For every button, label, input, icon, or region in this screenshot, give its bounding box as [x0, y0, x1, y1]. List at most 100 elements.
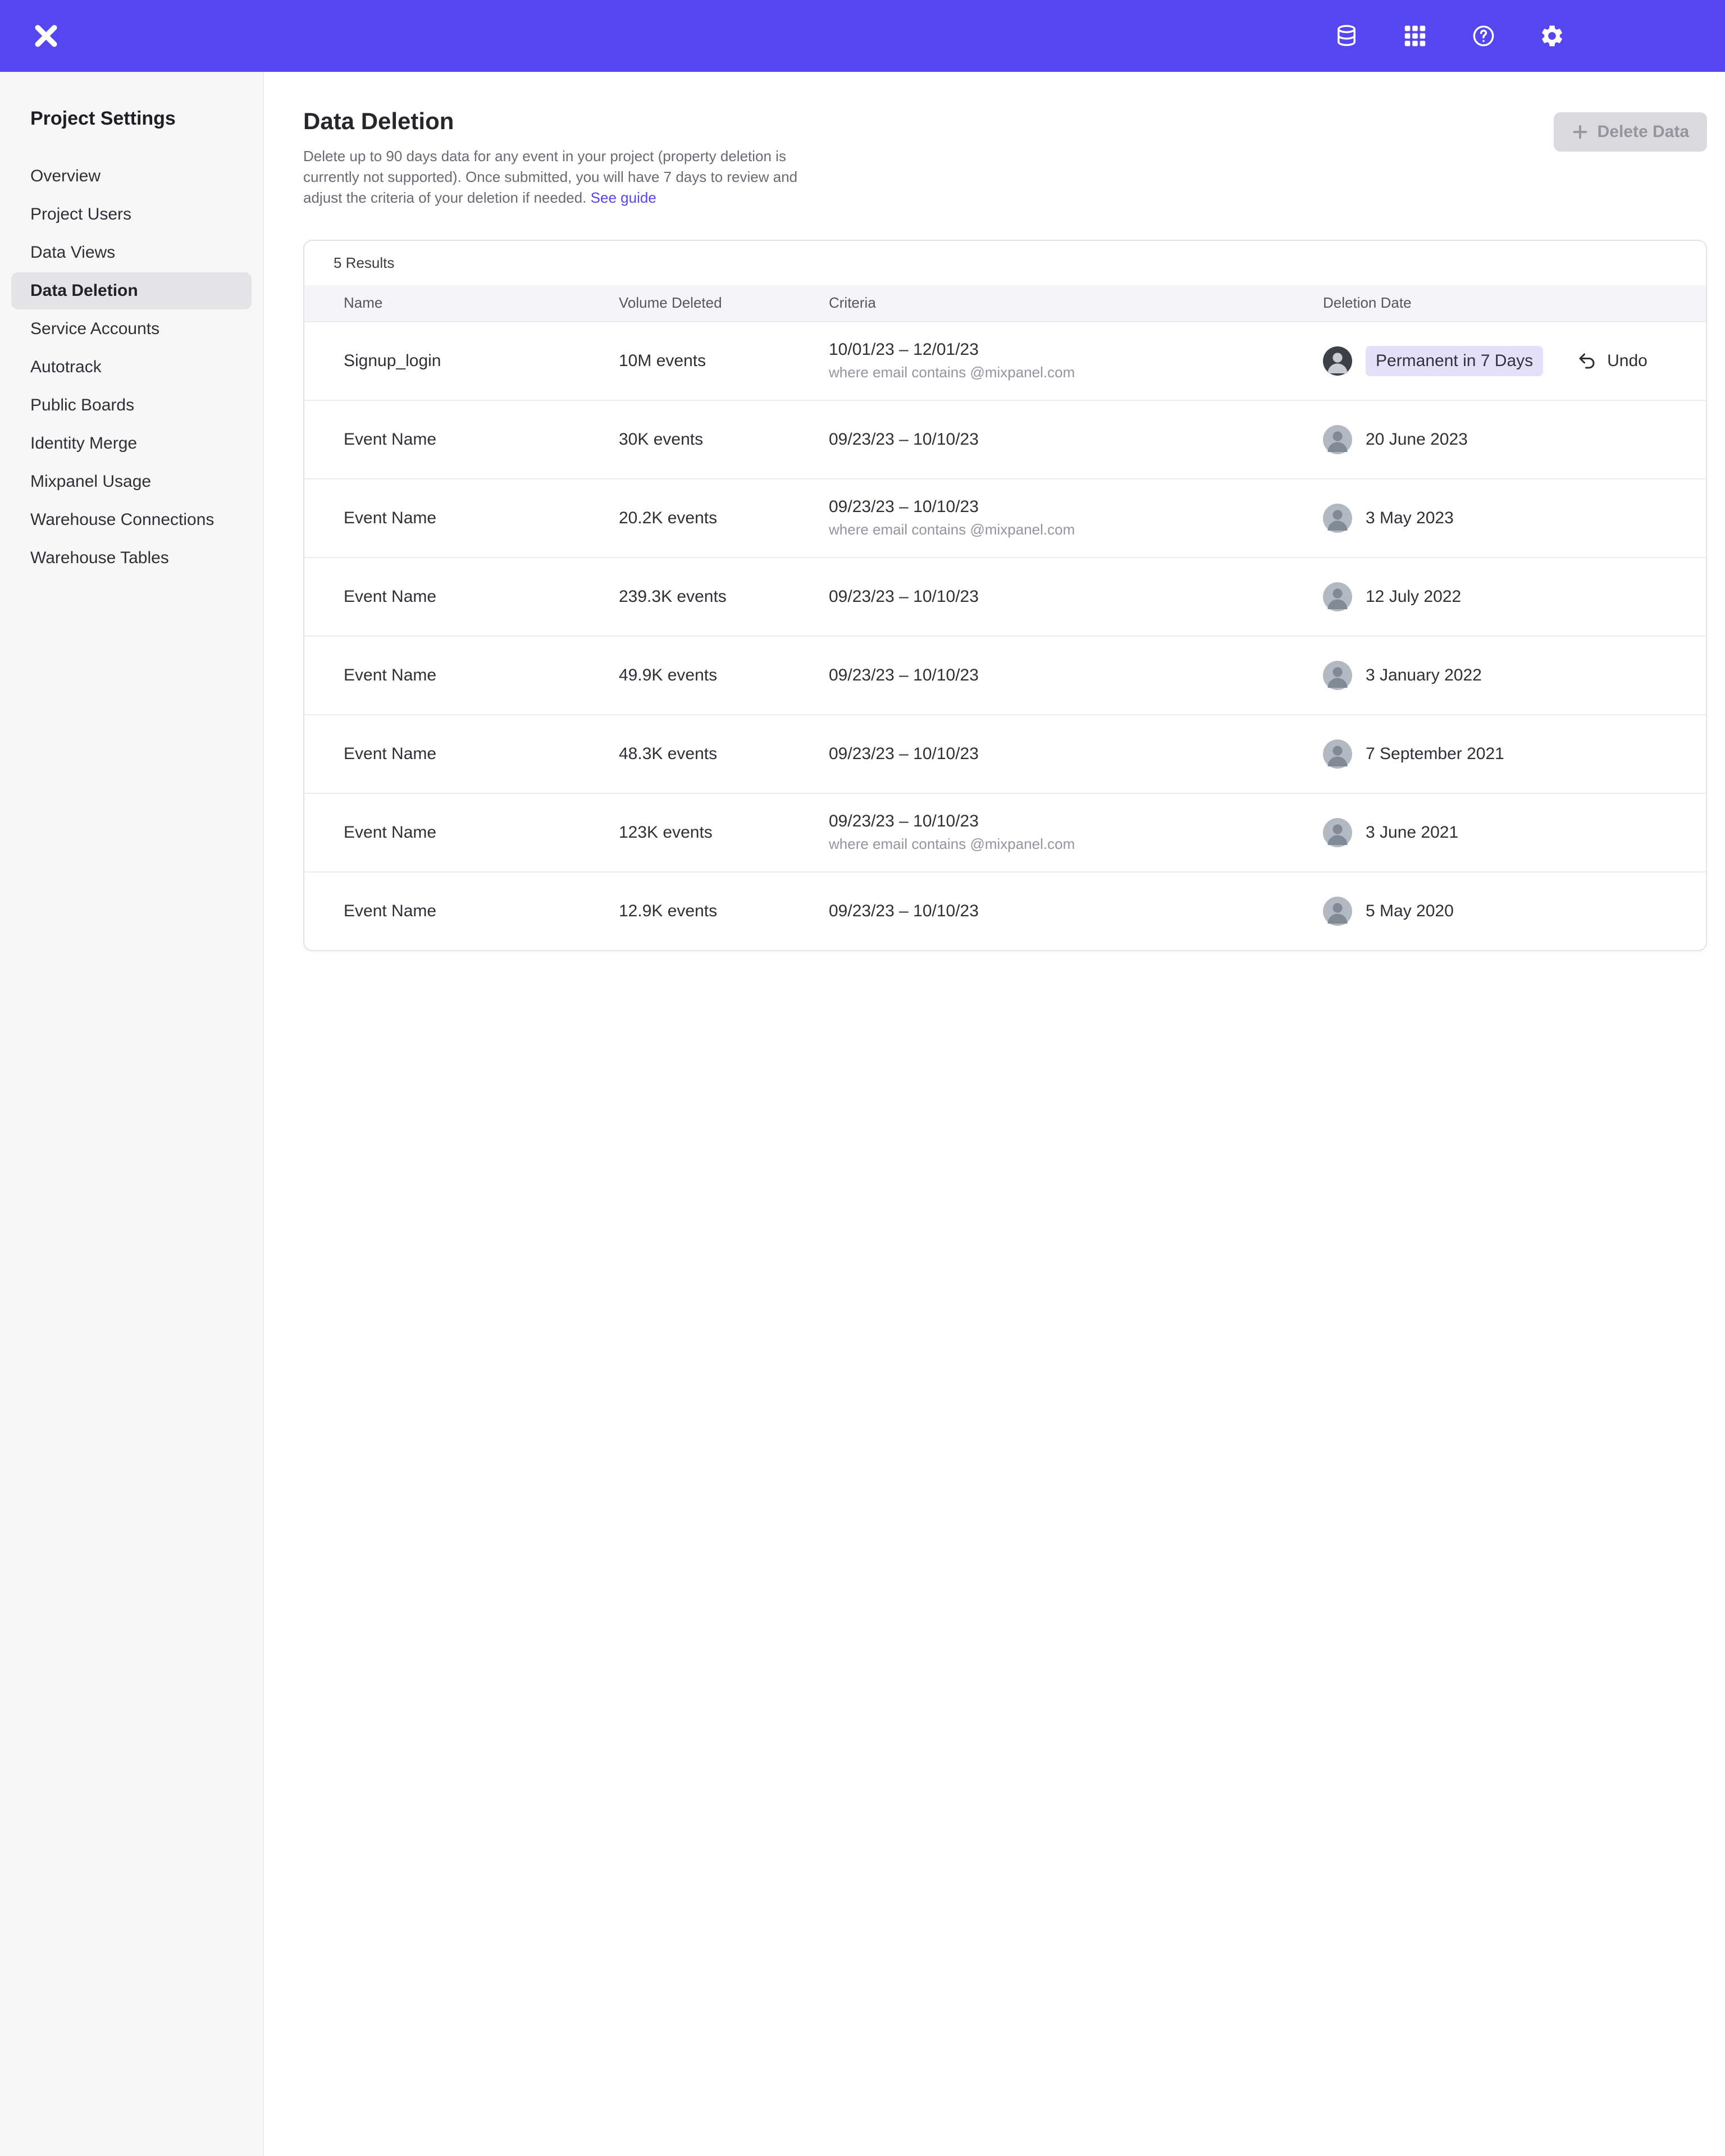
row-volume: 10M events — [619, 351, 829, 371]
row-criteria-cell: 10/01/23 – 12/01/23 where email contains… — [829, 340, 1323, 381]
row-criteria-filter: where email contains @mixpanel.com — [829, 521, 1323, 538]
row-volume: 20.2K events — [619, 509, 829, 528]
row-volume: 12.9K events — [619, 902, 829, 921]
row-deletion-date-cell: 20 June 2023 — [1323, 425, 1706, 454]
delete-data-button[interactable]: Delete Data — [1554, 112, 1707, 152]
row-criteria-cell: 09/23/23 – 10/10/23 — [829, 430, 1323, 449]
results-card: 5 Results Name Volume Deleted Criteria D… — [303, 240, 1707, 951]
sidebar-item-mixpanel-usage[interactable]: Mixpanel Usage — [11, 463, 252, 500]
main-header: Data Deletion Delete up to 90 days data … — [303, 108, 1707, 208]
row-name: Event Name — [344, 902, 619, 921]
row-name: Event Name — [344, 430, 619, 449]
row-criteria: 09/23/23 – 10/10/23 — [829, 587, 1323, 606]
row-volume: 30K events — [619, 430, 829, 449]
row-criteria-cell: 09/23/23 – 10/10/23 where email contains… — [829, 497, 1323, 538]
row-criteria: 09/23/23 – 10/10/23 — [829, 812, 1323, 831]
sidebar-item-identity-merge[interactable]: Identity Merge — [11, 425, 252, 462]
row-name: Event Name — [344, 666, 619, 685]
row-volume: 49.9K events — [619, 666, 829, 685]
row-volume: 48.3K events — [619, 744, 829, 764]
main-content: Data Deletion Delete up to 90 days data … — [264, 72, 1725, 2156]
row-criteria-filter: where email contains @mixpanel.com — [829, 364, 1323, 381]
plus-icon — [1572, 124, 1589, 140]
row-deletion-date-cell: 3 January 2022 — [1323, 661, 1706, 690]
sidebar-item-service-accounts[interactable]: Service Accounts — [11, 310, 252, 348]
settings-icon[interactable] — [1539, 22, 1566, 49]
column-header-criteria: Criteria — [829, 294, 1323, 312]
row-criteria: 09/23/23 – 10/10/23 — [829, 497, 1323, 517]
row-criteria: 09/23/23 – 10/10/23 — [829, 902, 1323, 921]
row-name: Event Name — [344, 744, 619, 764]
row-deletion-date: 12 July 2022 — [1366, 587, 1461, 606]
table-row: Event Name 239.3K events 09/23/23 – 10/1… — [304, 557, 1706, 636]
user-avatar — [1323, 346, 1352, 376]
column-header-deletion-date: Deletion Date — [1323, 294, 1706, 312]
sidebar-item-warehouse-connections[interactable]: Warehouse Connections — [11, 501, 252, 538]
undo-icon — [1577, 351, 1597, 371]
row-criteria: 09/23/23 – 10/10/23 — [829, 430, 1323, 449]
user-avatar — [1323, 504, 1352, 533]
row-deletion-date: 3 June 2021 — [1366, 823, 1458, 842]
topbar-actions — [1333, 22, 1566, 49]
table-row: Event Name 30K events 09/23/23 – 10/10/2… — [304, 400, 1706, 478]
row-criteria-cell: 09/23/23 – 10/10/23 — [829, 666, 1323, 685]
row-deletion-date-cell: 5 May 2020 — [1323, 897, 1706, 926]
sidebar-item-overview[interactable]: Overview — [11, 158, 252, 195]
table-row: Event Name 49.9K events 09/23/23 – 10/10… — [304, 636, 1706, 714]
row-criteria: 09/23/23 – 10/10/23 — [829, 666, 1323, 685]
see-guide-link[interactable]: See guide — [591, 189, 656, 206]
page-title: Data Deletion — [303, 108, 811, 135]
user-avatar — [1323, 897, 1352, 926]
row-deletion-date-cell: Permanent in 7 Days Undo — [1323, 346, 1706, 376]
row-name: Event Name — [344, 509, 619, 528]
row-deletion-date-cell: 3 May 2023 — [1323, 504, 1706, 533]
page-layout: Project Settings Overview Project Users … — [0, 72, 1725, 2156]
row-name: Event Name — [344, 823, 619, 842]
row-deletion-date-cell: 12 July 2022 — [1323, 582, 1706, 611]
sidebar-item-data-deletion[interactable]: Data Deletion — [11, 272, 252, 309]
row-criteria-cell: 09/23/23 – 10/10/23 — [829, 587, 1323, 606]
row-name: Event Name — [344, 587, 619, 606]
row-criteria: 09/23/23 – 10/10/23 — [829, 744, 1323, 764]
row-volume: 239.3K events — [619, 587, 829, 606]
row-criteria-cell: 09/23/23 – 10/10/23 — [829, 902, 1323, 921]
sidebar-item-warehouse-tables[interactable]: Warehouse Tables — [11, 540, 252, 577]
topbar — [0, 0, 1725, 72]
sidebar-item-data-views[interactable]: Data Views — [11, 234, 252, 271]
table-row: Event Name 48.3K events 09/23/23 – 10/10… — [304, 714, 1706, 793]
title-block: Data Deletion Delete up to 90 days data … — [303, 108, 811, 208]
user-avatar — [1323, 661, 1352, 690]
row-deletion-date: 7 September 2021 — [1366, 744, 1504, 764]
sidebar-item-project-users[interactable]: Project Users — [11, 196, 252, 233]
results-count: 5 Results — [304, 241, 1706, 285]
pending-deletion-badge: Permanent in 7 Days — [1366, 346, 1543, 376]
apps-grid-icon[interactable] — [1402, 22, 1429, 49]
table-row: Event Name 123K events 09/23/23 – 10/10/… — [304, 793, 1706, 871]
row-criteria-cell: 09/23/23 – 10/10/23 where email contains… — [829, 812, 1323, 853]
user-avatar — [1323, 425, 1352, 454]
sidebar-item-autotrack[interactable]: Autotrack — [11, 349, 252, 386]
mixpanel-logo[interactable] — [31, 21, 61, 51]
user-avatar — [1323, 739, 1352, 769]
row-deletion-date: 20 June 2023 — [1366, 430, 1468, 449]
page-description-text: Delete up to 90 days data for any event … — [303, 148, 797, 206]
table-row: Event Name 12.9K events 09/23/23 – 10/10… — [304, 871, 1706, 950]
sidebar-item-public-boards[interactable]: Public Boards — [11, 387, 252, 424]
column-header-volume-deleted: Volume Deleted — [619, 294, 829, 312]
row-deletion-date-cell: 3 June 2021 — [1323, 818, 1706, 847]
table-row: Signup_login 10M events 10/01/23 – 12/01… — [304, 321, 1706, 400]
row-volume: 123K events — [619, 823, 829, 842]
user-avatar — [1323, 818, 1352, 847]
row-deletion-date: 5 May 2020 — [1366, 902, 1454, 921]
page-description: Delete up to 90 days data for any event … — [303, 146, 811, 208]
mixpanel-logo-icon — [31, 21, 61, 51]
data-icon[interactable] — [1333, 22, 1360, 49]
undo-button[interactable]: Undo — [1577, 351, 1648, 371]
sidebar: Project Settings Overview Project Users … — [0, 72, 264, 2156]
help-icon[interactable] — [1470, 22, 1497, 49]
row-criteria-cell: 09/23/23 – 10/10/23 — [829, 744, 1323, 764]
row-criteria-filter: where email contains @mixpanel.com — [829, 835, 1323, 853]
row-deletion-date-cell: 7 September 2021 — [1323, 739, 1706, 769]
table-header: Name Volume Deleted Criteria Deletion Da… — [304, 285, 1706, 321]
delete-data-button-label: Delete Data — [1598, 122, 1689, 141]
